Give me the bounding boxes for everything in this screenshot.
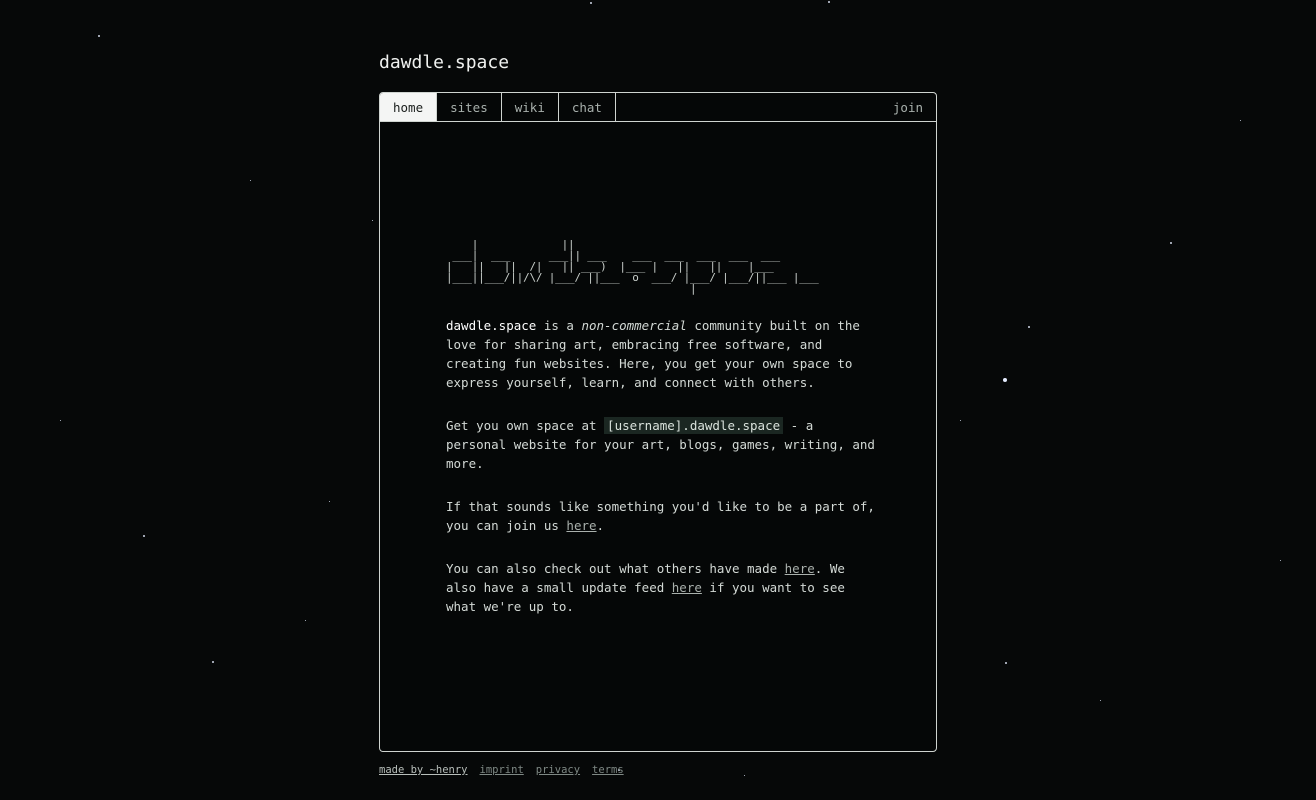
- tab-home[interactable]: home: [380, 93, 438, 121]
- footer: made by ~henry imprint privacy terms: [379, 764, 937, 776]
- join-here-link[interactable]: here: [566, 518, 596, 533]
- made-by-link[interactable]: made by ~henry: [379, 764, 468, 776]
- feed-here-link[interactable]: here: [672, 580, 702, 595]
- join-text-after: .: [596, 518, 605, 533]
- page-container: dawdle.space home sites wiki chat join |…: [379, 50, 937, 776]
- sites-here-link[interactable]: here: [785, 561, 815, 576]
- terms-link[interactable]: terms: [592, 764, 624, 776]
- tab-wiki[interactable]: wiki: [502, 93, 559, 121]
- tab-chat[interactable]: chat: [559, 93, 616, 121]
- ascii-logo: | || ___| ___ ___|| ___ ___ ___ ___ ___ …: [446, 238, 819, 295]
- imprint-link[interactable]: imprint: [480, 764, 524, 776]
- home-content: | || ___| ___ ___|| ___ ___ ___ ___ ___ …: [446, 239, 876, 640]
- tab-bar: home sites wiki chat join: [380, 93, 936, 122]
- username-domain-code: [username].dawdle.space: [604, 417, 784, 434]
- others-paragraph: You can also check out what others have …: [446, 559, 876, 616]
- site-title[interactable]: dawdle.space: [379, 50, 937, 76]
- tab-spacer: [616, 93, 880, 121]
- intro-text-1: is a: [536, 318, 582, 333]
- others-text-before: You can also check out what others have …: [446, 561, 785, 576]
- intro-paragraph: dawdle.space is a non-commercial communi…: [446, 316, 876, 392]
- join-paragraph: If that sounds like something you'd like…: [446, 497, 876, 535]
- join-link[interactable]: join: [880, 93, 936, 121]
- tab-sites[interactable]: sites: [437, 93, 502, 121]
- own-space-before: Get you own space at: [446, 418, 605, 433]
- brand-name: dawdle.space: [446, 318, 537, 333]
- main-window: home sites wiki chat join | || ___| ___ …: [379, 92, 937, 752]
- join-text-before: If that sounds like something you'd like…: [446, 499, 875, 533]
- own-space-paragraph: Get you own space at [username].dawdle.s…: [446, 416, 876, 473]
- intro-emphasis: non-commercial: [581, 318, 687, 333]
- privacy-link[interactable]: privacy: [536, 764, 580, 776]
